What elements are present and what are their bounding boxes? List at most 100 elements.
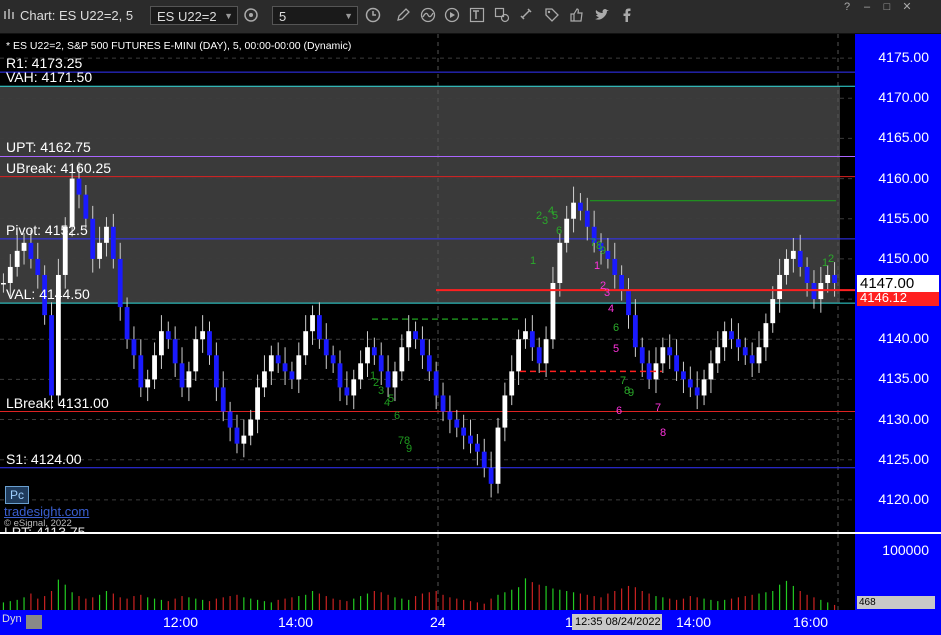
- watermark-link[interactable]: tradesight.com: [4, 504, 89, 519]
- candle-body: [523, 331, 528, 340]
- candle-body: [21, 242, 27, 251]
- magenta-count-label: 5: [613, 343, 619, 355]
- candle-body: [399, 347, 405, 372]
- restore-button[interactable]: □: [878, 1, 896, 14]
- price-axis[interactable]: 4175.00 4170.00 4165.00 4160.00 4155.00 4150.…: [855, 34, 941, 532]
- candle-body: [28, 242, 34, 259]
- candle-body: [159, 331, 164, 356]
- candle-body: [426, 355, 432, 372]
- candle-body: [35, 258, 41, 275]
- candle-body: [371, 347, 377, 356]
- candle-body: [213, 355, 219, 388]
- level-label: LBreak: 4131.00: [6, 394, 109, 411]
- candle-body: [619, 274, 625, 292]
- dyn-badge[interactable]: Dyn: [2, 613, 22, 625]
- candle-body: [124, 307, 130, 340]
- minimize-button[interactable]: –: [858, 1, 876, 14]
- candle-body: [804, 266, 810, 283]
- candle-body: [207, 331, 212, 356]
- close-button[interactable]: ✕: [898, 1, 916, 14]
- candle-body: [756, 347, 762, 364]
- pencil-icon[interactable]: [395, 7, 411, 23]
- candle-body: [76, 178, 82, 195]
- time-axis[interactable]: Dyn 12:00 14:00 24 1 14:00 16:00 12:35 08/24/…: [0, 610, 855, 635]
- candle-body: [516, 339, 522, 372]
- cycle-icon[interactable]: [243, 7, 259, 23]
- cursor-time: 12:35 08/24/2022: [575, 616, 661, 628]
- candle-body: [543, 339, 549, 364]
- candle-body: [509, 371, 515, 396]
- wave-icon[interactable]: [420, 7, 436, 23]
- candle-body: [193, 339, 199, 372]
- price-tick-label: 4120.00: [878, 490, 929, 507]
- window-title: Chart: ES U22=2, 5: [20, 8, 134, 23]
- chevron-down-icon[interactable]: ▼: [344, 7, 353, 26]
- twitter-icon[interactable]: [594, 7, 610, 23]
- price-tick-label: 4155.00: [878, 209, 929, 226]
- chevron-down-icon[interactable]: ▼: [224, 7, 233, 26]
- candle-body: [303, 331, 309, 356]
- candle-body: [351, 379, 357, 396]
- volume-pane[interactable]: [0, 534, 855, 610]
- interval-value: 5: [279, 9, 287, 24]
- candle-body: [268, 355, 274, 372]
- candle-body: [694, 387, 700, 396]
- candle-body: [454, 419, 460, 428]
- chart-window-icon: [2, 8, 18, 24]
- shapes-icon[interactable]: [494, 7, 510, 23]
- volume-axis[interactable]: 100000 468: [855, 534, 941, 610]
- magenta-count-label: 8: [660, 427, 666, 439]
- play-icon[interactable]: [444, 7, 460, 23]
- thumbs-up-icon[interactable]: [569, 7, 585, 23]
- tag-icon[interactable]: [544, 7, 560, 23]
- candle-body: [536, 347, 542, 364]
- current-price: 4147.00: [860, 275, 915, 292]
- candle-body: [104, 226, 109, 243]
- candle-body: [248, 419, 254, 436]
- value-area-zone: [0, 86, 840, 304]
- magenta-count-label: 6: [616, 405, 622, 417]
- link-icon[interactable]: [519, 7, 535, 23]
- candle-body: [14, 250, 20, 267]
- candle-body: [440, 395, 446, 412]
- price-tick-label: 4135.00: [878, 370, 929, 387]
- clock-icon[interactable]: [365, 7, 381, 23]
- green-low-count-label: 9: [628, 387, 634, 399]
- candle-body: [227, 411, 233, 428]
- copyright-text: © eSignal, 2022: [4, 518, 72, 529]
- price-tick-label: 4160.00: [878, 169, 929, 186]
- candle-body: [481, 451, 487, 468]
- candle-body: [7, 266, 13, 283]
- time-tick-label: 24: [430, 614, 446, 630]
- candle-body: [49, 315, 54, 396]
- candle-body: [131, 339, 137, 356]
- green-count-label: 6: [394, 410, 400, 422]
- magenta-count-label: 4: [608, 303, 614, 315]
- symbol-combo[interactable]: ES U22=2 ▼: [150, 6, 238, 25]
- green-top-count-label: 1: [530, 255, 536, 267]
- candle-body: [701, 379, 707, 396]
- candle-body: [433, 371, 439, 396]
- help-button[interactable]: ?: [838, 1, 856, 14]
- candle-body: [770, 299, 776, 324]
- level-label: S1: 4124.00: [6, 450, 82, 467]
- volume-tick-label: 100000: [882, 542, 929, 558]
- candle-body: [110, 226, 116, 259]
- candle-body: [468, 435, 473, 444]
- green-top-count-label: 6: [556, 225, 562, 237]
- current-price-tag: 4147.00: [857, 275, 939, 292]
- candle-body: [186, 371, 192, 388]
- pc-badge[interactable]: Pc: [5, 486, 29, 504]
- candle-body: [612, 258, 618, 275]
- price-chart[interactable]: 12345678912345678912345678678912 * ES U2…: [0, 34, 855, 532]
- candle-body: [495, 427, 501, 484]
- interval-combo[interactable]: 5 ▼: [272, 6, 358, 25]
- text-icon[interactable]: [469, 7, 485, 23]
- candle-body: [632, 315, 638, 348]
- candle-body: [138, 355, 144, 388]
- green-count-label: 5: [388, 393, 394, 405]
- scroll-left-icon[interactable]: [26, 615, 42, 629]
- magenta-count-label: 7: [655, 402, 661, 414]
- facebook-icon[interactable]: [619, 7, 635, 23]
- green-count-label: 9: [406, 443, 412, 455]
